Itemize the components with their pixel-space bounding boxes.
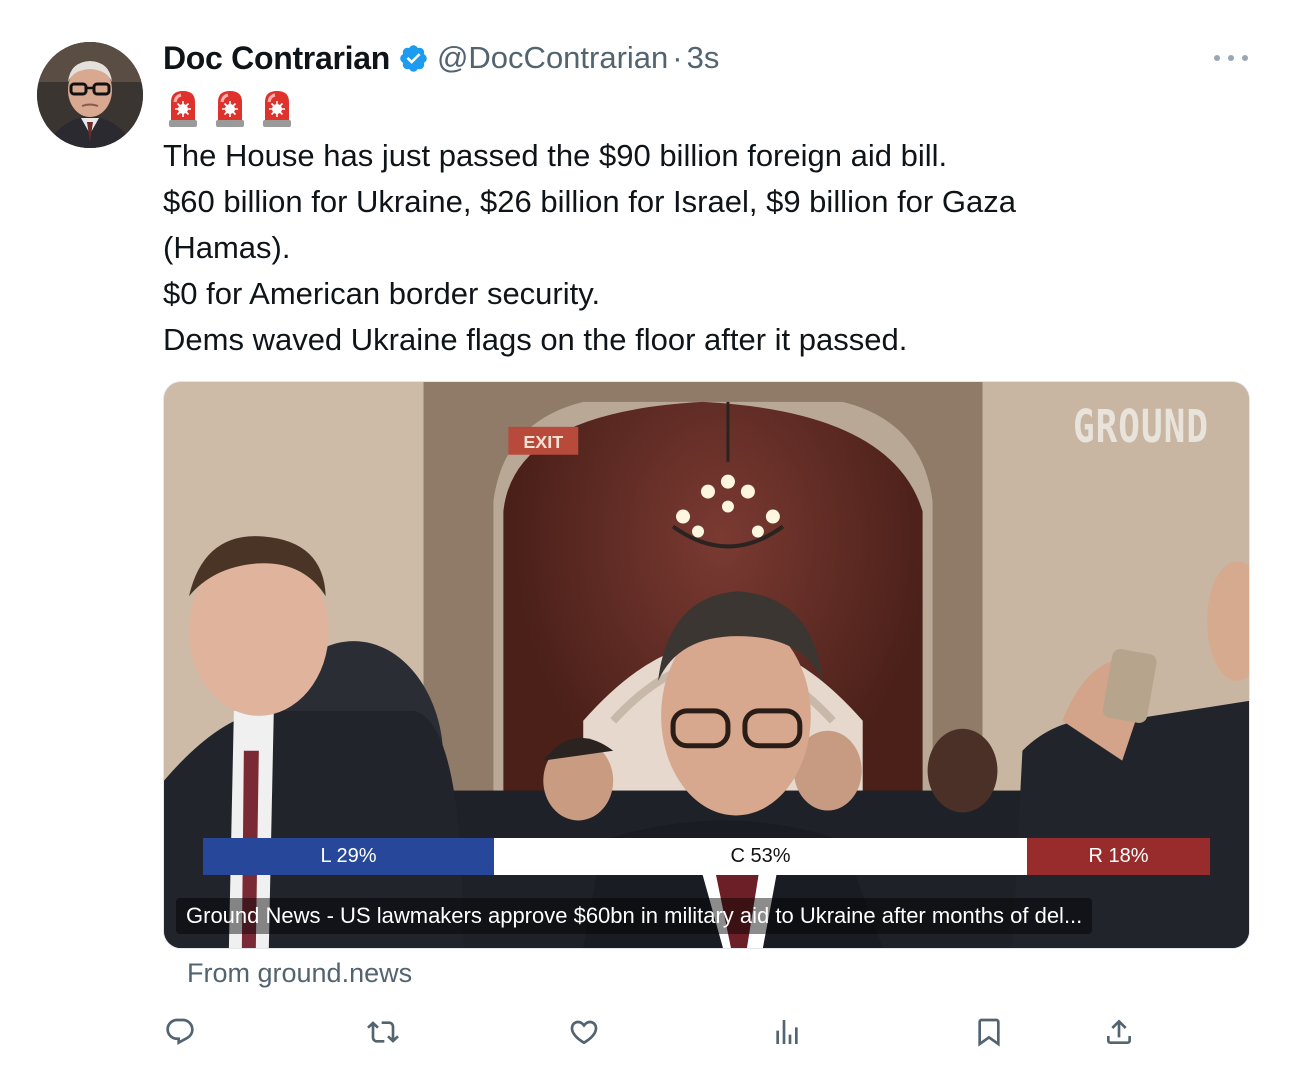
tweet-text-line: Dems waved Ukraine flags on the floor af… (163, 322, 908, 357)
bookmark-icon (978, 1018, 1000, 1047)
share-button[interactable] (1099, 1010, 1139, 1054)
emoji-row (166, 88, 294, 128)
tweet-text: The House has just passed the $90 billio… (163, 133, 1243, 363)
svg-text:EXIT: EXIT (523, 432, 563, 452)
ground-news-logo: GROUND (1072, 402, 1209, 454)
retweet-button[interactable] (363, 1010, 403, 1054)
tweet-timestamp[interactable]: 3s (687, 40, 720, 76)
bias-left-segment: L 29% (203, 838, 494, 875)
views-button[interactable] (767, 1010, 807, 1054)
verified-badge-icon[interactable] (398, 43, 429, 74)
tweet-text-line: The House has just passed the $90 billio… (163, 138, 948, 173)
link-preview-card[interactable]: EXIT GROUND L 29% C 53% R 18% Ground New… (163, 381, 1250, 949)
tweet-text-line: $0 for American border security. (163, 276, 601, 311)
reply-icon (166, 1018, 194, 1045)
tweet-header: Doc Contrarian @DocContrarian · 3s (163, 38, 719, 78)
siren-emoji-icon (169, 91, 197, 127)
bias-distribution-bar: L 29% C 53% R 18% (203, 838, 1210, 875)
tweet-text-line: (Hamas). (163, 230, 291, 265)
header-separator: · (672, 40, 683, 75)
card-title[interactable]: Ground News - US lawmakers approve $60bn… (176, 898, 1093, 934)
share-icon (1107, 1019, 1131, 1044)
author-handle[interactable]: @DocContrarian (437, 40, 668, 76)
avatar-image (37, 42, 143, 148)
siren-emoji-icon (263, 91, 291, 127)
bias-right-segment: R 18% (1027, 838, 1210, 875)
like-icon (570, 1020, 598, 1045)
more-options-icon[interactable] (1214, 46, 1248, 70)
card-source-link[interactable]: From ground.news (187, 958, 412, 989)
author-avatar[interactable] (37, 42, 143, 148)
bookmark-button[interactable] (969, 1010, 1009, 1054)
reply-button[interactable] (160, 1010, 200, 1054)
tweet-action-bar (160, 1010, 1140, 1054)
bias-center-segment: C 53% (494, 838, 1027, 875)
views-icon (776, 1020, 798, 1044)
tweet-text-line: $60 billion for Ukraine, $26 billion for… (163, 184, 1016, 219)
like-button[interactable] (564, 1010, 604, 1054)
author-display-name[interactable]: Doc Contrarian (163, 40, 390, 77)
retweet-icon (367, 1021, 399, 1043)
siren-emoji-icon (216, 91, 244, 127)
